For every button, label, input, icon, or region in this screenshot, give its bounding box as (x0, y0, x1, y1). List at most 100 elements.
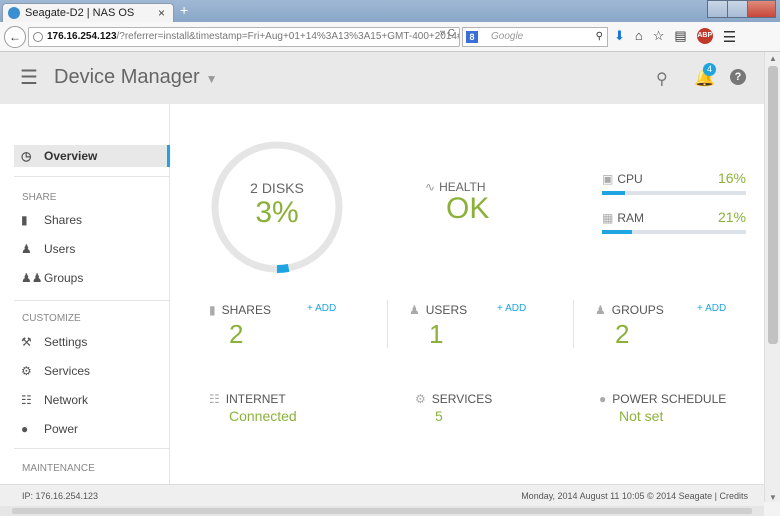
scroll-down-icon[interactable]: ▼ (769, 493, 777, 502)
divider (387, 300, 388, 348)
folder-icon: ▮ (21, 213, 28, 227)
app-title[interactable]: Device Manager ▼ (54, 66, 218, 89)
reload-icon[interactable]: ▿ C (440, 28, 455, 39)
search-bar[interactable]: 8 Google ⚲ (462, 27, 608, 47)
ram-icon: ▦ (602, 211, 614, 225)
footer-copyright[interactable]: © 2014 Seagate | Credits (647, 491, 748, 501)
search-icon[interactable]: ⚲ (656, 69, 668, 89)
search-placeholder: Google (491, 31, 524, 42)
disks-usage-value: 3% (255, 196, 299, 229)
horizontal-scroll-thumb[interactable] (12, 508, 752, 514)
bookmarks-list-icon[interactable]: ▤ (674, 28, 686, 46)
cpu-icon: ▣ (602, 172, 614, 186)
new-tab-button[interactable]: + (180, 2, 188, 18)
user-icon: ♟ (409, 303, 420, 317)
disks-label: 2 DISKS (250, 180, 304, 196)
tab-close-icon[interactable]: × (158, 4, 165, 22)
divider (14, 176, 170, 177)
minimize-button[interactable] (707, 0, 729, 18)
users-stat: ♟ USERS + ADD 1 (409, 303, 569, 350)
back-arrow-icon[interactable]: ← (4, 26, 26, 48)
footer-datetime: Monday, 2014 August 11 10:05 (521, 491, 645, 501)
scroll-up-icon[interactable]: ▲ (769, 54, 777, 63)
sidebar-item-shares[interactable]: ▮ Shares (14, 209, 170, 231)
cpu-label-row: ▣ CPU (602, 172, 643, 186)
add-user-link[interactable]: + ADD (497, 303, 526, 314)
browser-window: Seagate-D2 | NAS OS × + ← 176.16.254.123… (0, 0, 780, 516)
users-label-row: ♟ USERS (409, 303, 569, 317)
sidebar-item-services[interactable]: ⚙ Services (14, 360, 170, 382)
browser-tab[interactable]: Seagate-D2 | NAS OS × (2, 3, 174, 22)
shares-count: 2 (229, 319, 244, 349)
bookmark-star-icon[interactable]: ☆ (653, 28, 665, 46)
seagate-favicon-icon (8, 7, 20, 19)
network-icon: ☷ (21, 393, 32, 407)
adblock-icon[interactable]: ABP (696, 28, 713, 44)
power-schedule-label: POWER SCHEDULE (612, 392, 727, 406)
horizontal-scrollbar[interactable] (0, 506, 764, 516)
cpu-value: 16% (717, 170, 746, 186)
shares-label: SHARES (221, 303, 271, 317)
users-count: 1 (429, 319, 444, 349)
sidebar: ◷ Overview SHARE ▮ Shares ♟ Users ♟♟ Gro… (0, 104, 170, 484)
ram-bar-track (602, 230, 746, 234)
menu-icon[interactable]: ☰ (723, 28, 736, 46)
tab-title: Seagate-D2 | NAS OS (25, 7, 135, 19)
home-icon[interactable]: ⌂ (635, 28, 643, 46)
maximize-button[interactable] (727, 0, 749, 18)
ram-bar-fill (602, 230, 633, 234)
scroll-thumb[interactable] (768, 66, 778, 344)
close-window-button[interactable] (747, 0, 777, 18)
groups-label-row: ♟ GROUPS (595, 303, 755, 317)
sidebar-item-settings[interactable]: ⚒ Settings (14, 331, 170, 353)
cpu-bar-track (602, 191, 746, 195)
cpu-bar-fill (602, 191, 626, 195)
notification-badge: 4 (703, 63, 716, 76)
internet-value: Connected (229, 408, 297, 424)
section-maintenance: MAINTENANCE (22, 463, 95, 474)
app-title-text: Device Manager (54, 66, 200, 88)
search-engine-icon[interactable]: 8 (466, 31, 478, 43)
url-path: /?referrer=install&timestamp=Fri+Aug+01+… (116, 31, 460, 42)
search-magnifier-icon[interactable]: ⚲ (596, 28, 603, 46)
sidebar-item-label: Overview (44, 149, 98, 163)
power-schedule-status: ● POWER SCHEDULE Not set (599, 392, 764, 424)
sidebar-item-power[interactable]: ● Power (14, 418, 170, 440)
toolbar-icons: ⬇ ⌂ ☆ ▤ ABP ☰ (614, 28, 736, 46)
overview-dashboard: 2 DISKS 3% ∿ HEALTH OK ▣ CPU 16% ▦ RAM 21% … (171, 104, 764, 484)
add-group-link[interactable]: + ADD (697, 303, 726, 314)
internet-label: INTERNET (225, 392, 286, 406)
ram-label-row: ▦ RAM (602, 211, 644, 225)
folder-icon: ▮ (209, 303, 216, 317)
sidebar-item-groups[interactable]: ♟♟ Groups (14, 267, 170, 289)
globe-icon (33, 32, 43, 42)
tab-bar: Seagate-D2 | NAS OS × + (0, 0, 780, 22)
services-label: SERVICES (431, 392, 493, 406)
sidebar-item-label: Services (44, 364, 91, 378)
sidebar-item-users[interactable]: ♟ Users (14, 238, 170, 260)
wrench-icon: ⚒ (21, 335, 32, 349)
sidebar-item-overview[interactable]: ◷ Overview (14, 145, 170, 167)
divider (14, 300, 170, 301)
health-value: OK (446, 192, 490, 225)
url-bar[interactable]: 176.16.254.123/?referrer=install&timesta… (28, 27, 460, 47)
add-share-link[interactable]: + ADD (307, 303, 336, 314)
power-schedule-value: Not set (619, 408, 664, 424)
section-customize: CUSTOMIZE (22, 313, 81, 324)
footer-right: Monday, 2014 August 11 10:05 © 2014 Seag… (521, 485, 748, 507)
sidebar-item-label: Settings (44, 335, 88, 349)
sidebar-item-network[interactable]: ☷ Network (14, 389, 170, 411)
section-share: SHARE (22, 192, 57, 203)
shares-label-row: ▮ SHARES (209, 303, 369, 317)
hamburger-menu-icon[interactable]: ☰ (20, 68, 38, 88)
user-icon: ♟ (21, 242, 32, 256)
sidebar-item-label: Power (44, 422, 79, 436)
app-header: ☰ Device Manager ▼ ⚲ 🔔 4 ? (0, 52, 764, 104)
sidebar-item-label: Groups (44, 271, 84, 285)
bulb-icon: ● (599, 392, 607, 406)
vertical-scrollbar[interactable]: ▲ ▼ (764, 52, 780, 502)
download-icon[interactable]: ⬇ (614, 28, 625, 46)
gear-icon: ⚙ (415, 392, 426, 406)
help-icon[interactable]: ? (730, 69, 746, 85)
ram-value: 21% (717, 209, 746, 225)
